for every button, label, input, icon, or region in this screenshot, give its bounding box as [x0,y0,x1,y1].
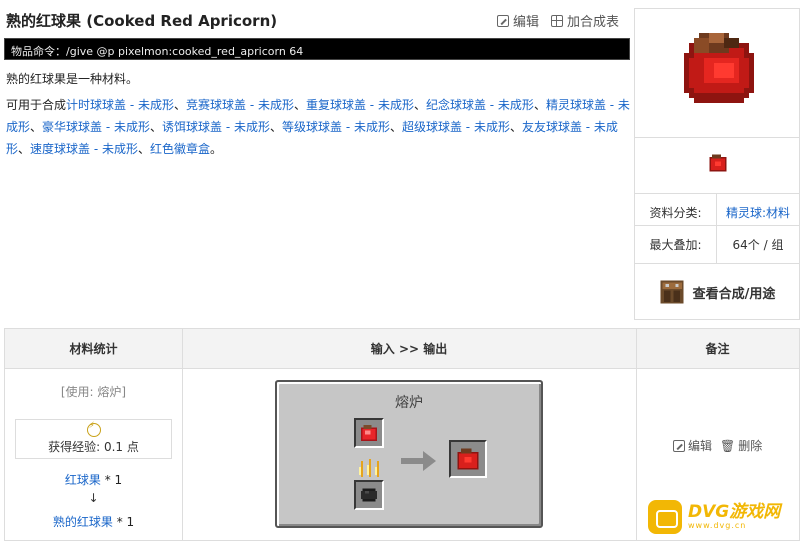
trash-icon: 🗑 [720,438,736,453]
use-separator: 、 [413,98,426,112]
max-stack-row: 最大叠加: 64个 / 组 [635,225,799,263]
red-apricorn-icon [361,425,377,441]
header-io: 输入 >> 输出 [182,329,636,369]
use-separator: 、 [269,120,282,134]
infobox: 资料分类: 精灵球:材料 最大叠加: 64个 / 组 查看合成/用途 [634,8,800,320]
output-qty: * 1 [112,515,135,529]
usage-label: [使用: 熔炉] [60,385,127,399]
use-link[interactable]: 竞赛球球盖 - 未成形 [186,98,294,112]
input-qty: * 1 [100,473,123,487]
edit-label: 编辑 [513,15,540,30]
uses-prefix: 可用于合成 [6,98,67,112]
use-link[interactable]: 豪华球球盖 - 未成形 [42,120,150,134]
add-table-label: 加合成表 [567,15,620,30]
header-materials: 材料统计 [5,329,182,369]
edit-icon [673,439,685,452]
use-separator: 、 [293,98,306,112]
view-crafting-button[interactable]: 查看合成/用途 [635,263,799,320]
max-stack-value: 64个 / 组 [732,238,784,252]
note-delete-button[interactable]: 🗑 删除 [720,437,762,454]
use-separator: 、 [150,120,163,134]
use-separator: 、 [138,142,151,156]
item-command-bar: 物品命令：/give @p pixelmon:cooked_red_aprico… [4,38,630,60]
fire-icon [359,459,379,477]
note-edit-button[interactable]: 编辑 [673,437,712,454]
cooked-red-apricorn-icon [457,448,479,470]
watermark-logo-icon [648,499,682,534]
progress-arrow-icon [401,451,436,471]
header-notes: 备注 [636,329,799,369]
use-separator: 、 [533,98,546,112]
furnace-gui: 熔炉 [275,380,543,528]
furnace-fire [354,452,384,482]
xp-box: 获得经验: 0.1 点 [15,419,172,459]
output-material-link[interactable]: 熟的红球果 [53,515,113,529]
use-link[interactable]: 超级球球盖 - 未成形 [402,120,510,134]
input-material: 红球果 * 1 [5,471,182,488]
watermark: DVG游戏网 www.dvg.cn [648,492,800,541]
use-link[interactable]: 诱饵球球盖 - 未成形 [162,120,270,134]
uses-list: 计时球球盖 - 未成形、竞赛球球盖 - 未成形、重复球球盖 - 未成形、纪念球球… [6,98,630,156]
add-recipe-table-button[interactable]: 加合成表 [551,11,619,30]
note-delete-label: 删除 [738,439,763,453]
watermark-brand: DVG游戏网 [688,502,781,522]
cooked-red-apricorn-small-icon [709,154,727,172]
arrow-down: ↓ [88,491,99,505]
use-separator: 、 [389,120,402,134]
output-material: 熟的红球果 * 1 [5,513,182,530]
title-actions: 编辑 加合成表 [497,11,619,30]
item-description: 熟的红球果是一种材料。 [6,72,139,86]
small-image-row [635,137,799,193]
use-link[interactable]: 计时球球盖 - 未成形 [66,98,174,112]
input-material-link[interactable]: 红球果 [65,473,101,487]
note-edit-label: 编辑 [688,439,713,453]
note-actions: 编辑 🗑 删除 [673,437,762,454]
xp-text: 获得经验: 0.1 点 [48,440,139,454]
cooked-red-apricorn-large-image [684,33,754,103]
edit-button[interactable]: 编辑 [497,11,539,30]
table-icon [551,14,564,27]
furnace-output-slot[interactable] [449,440,487,478]
use-separator: 、 [30,120,43,134]
use-link[interactable]: 红色徽章盒 [150,142,210,156]
experience-icon [86,421,101,437]
furnace-input-slot[interactable] [354,418,384,448]
use-link[interactable]: 纪念球球盖 - 未成形 [426,98,534,112]
max-stack-key: 最大叠加: [635,226,717,263]
furnace-title: 熔炉 [395,395,423,411]
use-separator: 、 [173,98,186,112]
use-link[interactable]: 速度球球盖 - 未成形 [30,142,138,156]
item-uses: 可用于合成计时球球盖 - 未成形、竞赛球球盖 - 未成形、重复球球盖 - 未成形… [6,94,632,160]
watermark-url: www.dvg.cn [688,521,747,530]
crafting-table-icon [660,280,683,304]
edit-icon [497,14,509,27]
use-separator: 、 [509,120,522,134]
furnace-fuel-slot[interactable] [354,480,384,510]
coal-icon [361,488,377,502]
use-separator: 。 [210,142,223,156]
use-separator: 、 [18,142,31,156]
page-title: 熟的红球果 (Cooked Red Apricorn) [6,12,278,30]
use-link[interactable]: 等级球球盖 - 未成形 [282,120,390,134]
use-link[interactable]: 重复球球盖 - 未成形 [306,98,414,112]
view-crafting-label: 查看合成/用途 [692,286,776,302]
